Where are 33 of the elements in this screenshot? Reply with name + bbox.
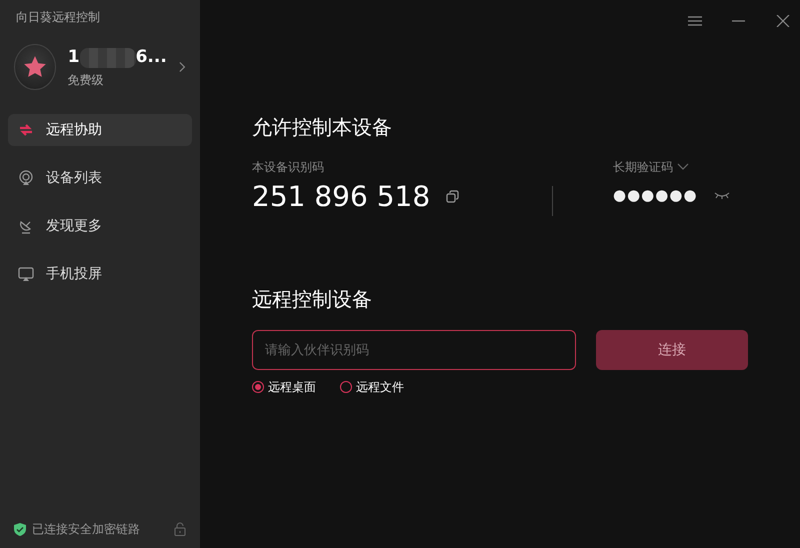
nav-item[interactable]: 手机投屏 [8,258,192,290]
connection-status: 已连接安全加密链路 [32,521,141,538]
user-name: 1 [68,46,80,70]
verification-code: ●●●●●● [613,185,698,206]
plan-label: 免费级 [68,72,105,89]
radio-button[interactable] [340,381,352,393]
eye-closed-icon[interactable] [714,191,730,200]
screen-cast-icon [18,266,34,282]
shield-check-icon [14,522,26,536]
user-name: 6... [136,46,167,70]
connect-button[interactable]: 连接 [596,330,748,370]
nav-item[interactable]: 远程协助 [8,114,192,146]
star-icon [22,54,48,80]
section-title: 允许控制本设备 [252,114,393,141]
avatar[interactable] [14,44,56,90]
device-id-label: 本设备识别码 [252,159,325,176]
partner-id-field[interactable]: 请输入伙伴识别码 [252,330,576,370]
section-title: 远程控制设备 [252,286,373,313]
chevron-down-icon[interactable] [677,163,689,171]
app-title: 向日葵远程控制 [15,9,101,26]
devices-icon [18,170,34,186]
radio-button[interactable] [252,381,264,393]
mode-radio[interactable]: 远程桌面 [252,378,316,396]
nav-item[interactable]: 发现更多 [8,210,192,242]
swap-arrows-icon [18,122,34,138]
copy-icon[interactable] [446,190,460,204]
redaction-mosaic [80,48,136,68]
mode-radio[interactable]: 远程文件 [340,378,404,396]
device-id: 251 896 518 [252,179,430,215]
verification-code-label: 长期验证码 [613,159,673,176]
unlock-icon[interactable] [174,522,186,536]
nav-item[interactable]: 设备列表 [8,162,192,194]
chevron-right-icon[interactable] [178,61,186,73]
